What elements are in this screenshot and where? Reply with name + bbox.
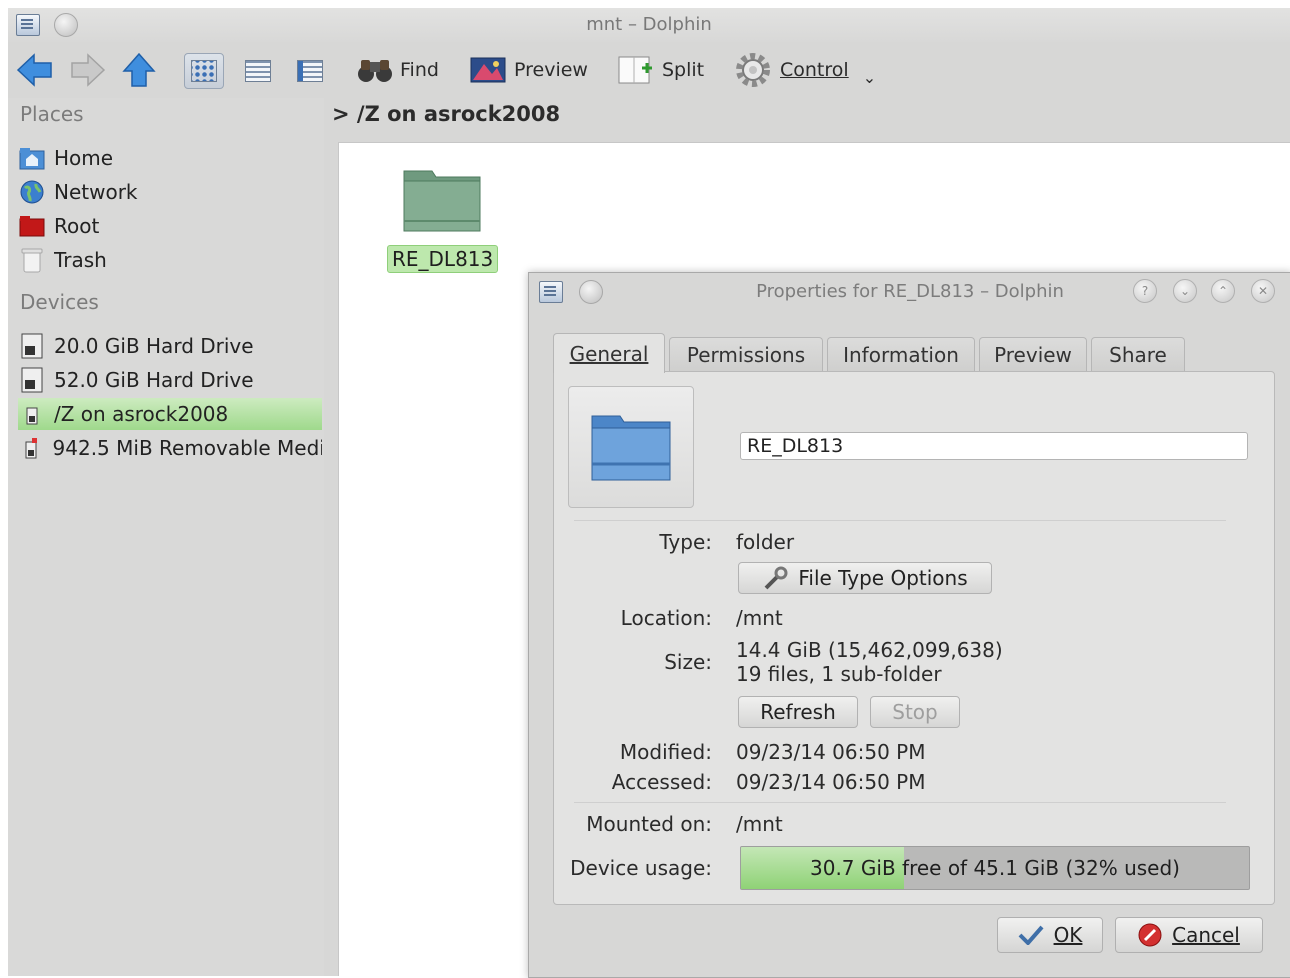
main-toolbar: Find Preview Split Control ⌄ bbox=[8, 44, 1290, 98]
folder-icon bbox=[591, 415, 671, 481]
arrow-up-icon bbox=[122, 52, 156, 87]
icons-view-icon bbox=[191, 60, 217, 82]
details-view-button[interactable] bbox=[290, 53, 330, 89]
network-icon bbox=[18, 179, 46, 205]
accessed-label: Accessed: bbox=[611, 770, 712, 794]
type-value: folder bbox=[736, 530, 795, 554]
tab-general[interactable]: General bbox=[553, 333, 665, 373]
minimize-icon[interactable]: ⌄ bbox=[1173, 279, 1197, 303]
device-usage-bar: 30.7 GiB free of 45.1 GiB (32% used) bbox=[740, 846, 1250, 890]
device-item-hard-drive-52[interactable]: 52.0 GiB Hard Drive bbox=[18, 364, 322, 396]
back-button[interactable] bbox=[16, 48, 54, 92]
type-label: Type: bbox=[659, 530, 712, 554]
preview-icon bbox=[470, 57, 506, 83]
modified-value: 09/23/14 06:50 PM bbox=[736, 740, 926, 764]
trash-icon bbox=[18, 247, 46, 273]
arrow-right-icon bbox=[71, 53, 106, 87]
file-type-options-button[interactable]: File Type Options bbox=[738, 562, 992, 594]
chevron-down-icon: ⌄ bbox=[862, 67, 877, 87]
file-item[interactable]: RE_DL813 bbox=[387, 165, 499, 273]
separator bbox=[574, 802, 1226, 803]
checkmark-icon bbox=[1018, 925, 1044, 945]
up-button[interactable] bbox=[122, 48, 156, 92]
help-icon[interactable]: ? bbox=[1133, 279, 1157, 303]
cancel-icon bbox=[1138, 923, 1162, 947]
network-drive-icon bbox=[18, 401, 46, 427]
device-item-hard-drive-20[interactable]: 20.0 GiB Hard Drive bbox=[18, 330, 322, 362]
removable-media-icon bbox=[18, 435, 45, 461]
mounted-value: /mnt bbox=[736, 812, 783, 836]
compact-view-icon bbox=[245, 60, 271, 82]
location-label: Location: bbox=[620, 606, 712, 630]
ok-button[interactable]: OK bbox=[997, 917, 1103, 953]
places-panel: Places Home Network Root Trash Devices 2… bbox=[8, 98, 324, 976]
tab-preview[interactable]: Preview bbox=[979, 337, 1087, 371]
accessed-value: 09/23/14 06:50 PM bbox=[736, 770, 926, 794]
properties-dialog: Properties for RE_DL813 – Dolphin ? ⌄ ⌃ … bbox=[528, 272, 1290, 978]
tab-information[interactable]: Information bbox=[827, 337, 975, 371]
compact-view-button[interactable] bbox=[238, 53, 278, 89]
modified-label: Modified: bbox=[619, 740, 712, 764]
size-value: 14.4 GiB (15,462,099,638) bbox=[736, 638, 1003, 662]
split-view-icon bbox=[618, 56, 652, 84]
places-item-trash[interactable]: Trash bbox=[18, 244, 322, 276]
places-heading: Places bbox=[20, 102, 84, 126]
name-field[interactable]: RE_DL813 bbox=[740, 432, 1248, 460]
places-item-home[interactable]: Home bbox=[18, 142, 322, 174]
device-usage-label: Device usage: bbox=[570, 856, 712, 880]
breadcrumb-separator: > bbox=[332, 102, 350, 126]
tab-permissions[interactable]: Permissions bbox=[669, 337, 823, 371]
wrench-icon bbox=[764, 566, 788, 590]
folder-icon bbox=[403, 170, 481, 232]
devices-heading: Devices bbox=[20, 290, 99, 314]
window-titlebar[interactable]: mnt – Dolphin bbox=[8, 8, 1290, 42]
find-label: Find bbox=[400, 59, 439, 81]
folder-icon-button[interactable] bbox=[568, 386, 694, 508]
home-icon bbox=[18, 145, 46, 171]
root-folder-icon bbox=[18, 213, 46, 239]
details-view-icon bbox=[297, 60, 323, 82]
places-item-root[interactable]: Root bbox=[18, 210, 322, 242]
split-button[interactable]: Split bbox=[618, 48, 704, 92]
size-detail: 19 files, 1 sub-folder bbox=[736, 662, 942, 686]
device-item-removable-media[interactable]: 942.5 MiB Removable Media bbox=[18, 432, 322, 464]
breadcrumb-path[interactable]: /Z on asrock2008 bbox=[357, 102, 560, 126]
separator bbox=[574, 520, 1226, 521]
split-label: Split bbox=[662, 59, 705, 81]
gear-icon bbox=[736, 53, 770, 87]
device-item-z-on-asrock2008[interactable]: /Z on asrock2008 bbox=[18, 398, 322, 430]
close-icon[interactable]: ✕ bbox=[1251, 279, 1275, 303]
size-label: Size: bbox=[664, 650, 712, 674]
breadcrumb[interactable]: > /Z on asrock2008 bbox=[332, 102, 560, 126]
arrow-left-icon bbox=[16, 53, 52, 87]
preview-label: Preview bbox=[514, 59, 588, 81]
hard-drive-icon bbox=[18, 367, 46, 393]
hard-drive-icon bbox=[18, 333, 46, 359]
binoculars-icon bbox=[358, 60, 392, 82]
general-panel: RE_DL813 Type: folder File Type Options … bbox=[553, 371, 1275, 905]
preview-button[interactable]: Preview bbox=[470, 48, 588, 92]
control-button[interactable]: Control ⌄ bbox=[734, 48, 876, 92]
window-title: mnt – Dolphin bbox=[586, 14, 712, 35]
mounted-label: Mounted on: bbox=[586, 812, 712, 836]
control-label: Control bbox=[780, 59, 849, 81]
location-value: /mnt bbox=[736, 606, 783, 630]
forward-button[interactable] bbox=[70, 48, 106, 92]
device-usage-text: 30.7 GiB free of 45.1 GiB (32% used) bbox=[810, 856, 1180, 880]
file-name: RE_DL813 bbox=[387, 245, 499, 273]
places-item-network[interactable]: Network bbox=[18, 176, 322, 208]
maximize-icon[interactable]: ⌃ bbox=[1211, 279, 1235, 303]
find-button[interactable]: Find bbox=[356, 48, 439, 92]
tab-share[interactable]: Share bbox=[1091, 337, 1185, 371]
cancel-button[interactable]: Cancel bbox=[1115, 917, 1263, 953]
stop-button[interactable]: Stop bbox=[870, 696, 960, 728]
icons-view-button[interactable] bbox=[184, 53, 224, 89]
dialog-titlebar[interactable]: Properties for RE_DL813 – Dolphin ? ⌄ ⌃ … bbox=[529, 273, 1290, 311]
refresh-button[interactable]: Refresh bbox=[738, 696, 858, 728]
